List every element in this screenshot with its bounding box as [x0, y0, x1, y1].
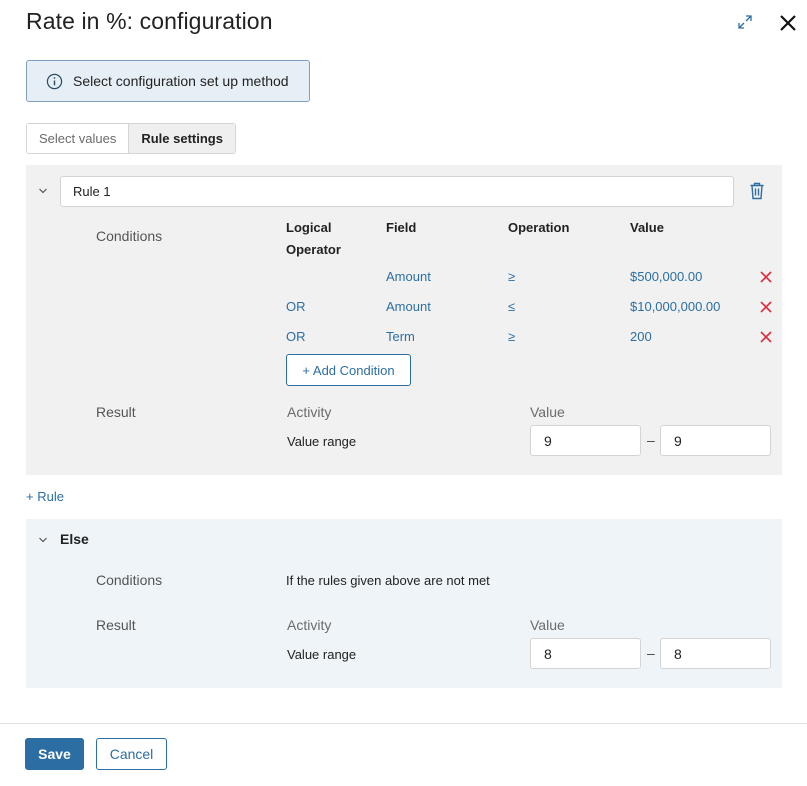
- condition-value[interactable]: $500,000.00: [630, 269, 702, 284]
- dialog-title: Rate in %: configuration: [26, 8, 273, 34]
- rule-name-input[interactable]: Rule 1: [60, 176, 734, 207]
- condition-operation[interactable]: ≥: [508, 269, 515, 284]
- delete-condition-icon[interactable]: [760, 301, 772, 313]
- rule-panel: Rule 1 Conditions Logical Operator Field…: [26, 165, 782, 475]
- range-separator: –: [647, 432, 655, 448]
- info-text: Select configuration set up method: [73, 73, 289, 89]
- close-icon[interactable]: [778, 13, 798, 33]
- header-field: Field: [386, 220, 417, 235]
- tab-rule-settings[interactable]: Rule settings: [128, 124, 235, 153]
- condition-operation[interactable]: ≤: [508, 299, 515, 314]
- tab-select-values[interactable]: Select values: [27, 124, 129, 153]
- trash-icon[interactable]: [749, 182, 765, 200]
- range-to-input[interactable]: 9: [660, 425, 771, 456]
- header-operation: Operation: [508, 220, 570, 235]
- chevron-down-icon[interactable]: [38, 186, 48, 196]
- value-header: Value: [530, 404, 565, 420]
- method-tabs: Select values Rule settings: [26, 123, 236, 154]
- info-banner: Select configuration set up method: [26, 60, 310, 102]
- condition-field[interactable]: Amount: [386, 299, 431, 314]
- condition-operation[interactable]: ≥: [508, 329, 515, 344]
- else-panel: Else Conditions If the rules given above…: [26, 519, 782, 688]
- condition-value[interactable]: $10,000,000.00: [630, 299, 720, 314]
- add-rule-link[interactable]: + Rule: [26, 489, 64, 504]
- delete-condition-icon[interactable]: [760, 331, 772, 343]
- range-separator: –: [647, 645, 655, 661]
- result-label: Result: [96, 404, 136, 420]
- add-condition-button[interactable]: + Add Condition: [286, 354, 411, 386]
- chevron-down-icon[interactable]: [38, 535, 48, 545]
- range-to-input[interactable]: 8: [660, 638, 771, 669]
- footer-divider: [0, 723, 807, 724]
- result-label: Result: [96, 617, 136, 633]
- delete-condition-icon[interactable]: [760, 271, 772, 283]
- range-from-input[interactable]: 9: [530, 425, 641, 456]
- activity-header: Activity: [287, 404, 332, 420]
- activity-value: Value range: [287, 647, 357, 662]
- else-conditions-text: If the rules given above are not met: [286, 573, 490, 588]
- conditions-label: Conditions: [96, 228, 163, 244]
- activity-header: Activity: [287, 617, 332, 633]
- header-value: Value: [630, 220, 664, 235]
- activity-value: Value range: [287, 434, 357, 449]
- condition-value[interactable]: 200: [630, 329, 652, 344]
- cancel-button[interactable]: Cancel: [96, 738, 167, 770]
- info-icon: [46, 73, 63, 89]
- conditions-label: Conditions: [96, 572, 163, 588]
- expand-icon[interactable]: [737, 14, 753, 30]
- condition-field[interactable]: Term: [386, 329, 415, 344]
- condition-operator[interactable]: OR: [286, 329, 306, 344]
- condition-operator[interactable]: OR: [286, 299, 306, 314]
- header-logical-operator: Logical Operator: [286, 220, 341, 257]
- save-button[interactable]: Save: [25, 738, 84, 770]
- range-from-input[interactable]: 8: [530, 638, 641, 669]
- value-header: Value: [530, 617, 565, 633]
- else-title: Else: [60, 531, 89, 547]
- condition-field[interactable]: Amount: [386, 269, 431, 284]
